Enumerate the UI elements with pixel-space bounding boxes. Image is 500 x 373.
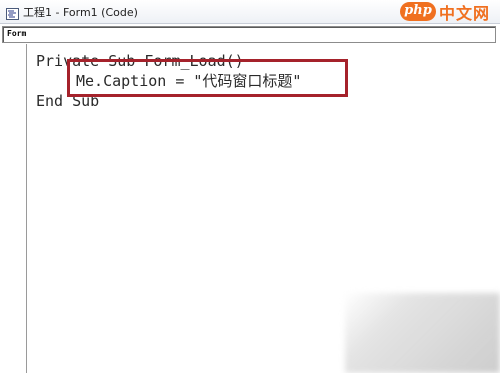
window-title: 工程1 - Form1 (Code) bbox=[23, 6, 138, 19]
vb-code-window: 工程1 - Form1 (Code) php 中文网 Form Private … bbox=[0, 0, 500, 373]
watermark-text: 中文网 bbox=[438, 3, 490, 23]
title-bar[interactable]: 工程1 - Form1 (Code) php 中文网 bbox=[0, 0, 500, 24]
object-dropdown-value: Form bbox=[7, 29, 27, 38]
highlight-annotation-box bbox=[67, 59, 348, 97]
margin-indicator-bar[interactable] bbox=[0, 44, 27, 373]
object-dropdown[interactable]: Form bbox=[2, 26, 496, 43]
code-window-icon bbox=[6, 5, 19, 20]
watermark-logo: php bbox=[399, 2, 436, 21]
blurred-region bbox=[345, 293, 500, 373]
site-watermark: php 中文网 bbox=[399, 1, 490, 23]
